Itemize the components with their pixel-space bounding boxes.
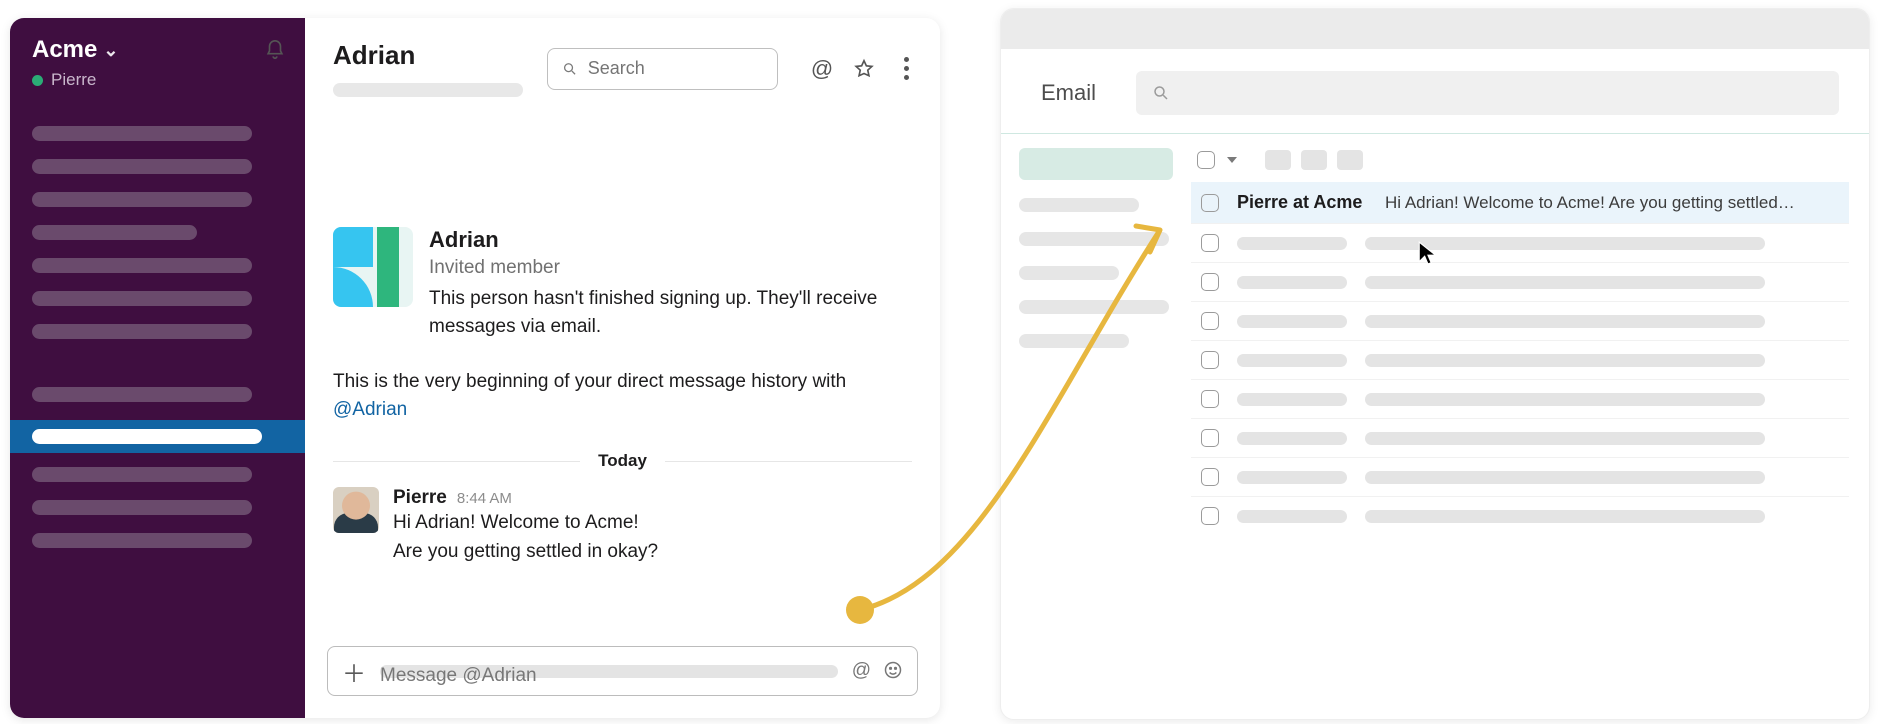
- star-icon[interactable]: [852, 57, 876, 81]
- workspace-switcher[interactable]: Acme ⌄: [32, 36, 118, 64]
- row-checkbox[interactable]: [1201, 351, 1219, 369]
- workspace-name: Acme: [32, 36, 97, 64]
- dm-beginning: This is the very beginning of your direc…: [333, 368, 912, 423]
- profile-subtitle: Invited member: [429, 257, 909, 279]
- email-window: Email: [1000, 8, 1870, 720]
- row-checkbox[interactable]: [1201, 194, 1219, 212]
- presence-dot-icon: [32, 75, 43, 86]
- sidebar-item[interactable]: [32, 126, 252, 141]
- dm-profile: Adrian Invited member This person hasn't…: [333, 227, 912, 340]
- message-composer[interactable]: ＋ Message @Adrian @: [327, 646, 918, 696]
- email-search[interactable]: [1136, 71, 1839, 115]
- slack-main: Adrian @: [305, 18, 940, 718]
- email-row[interactable]: [1191, 496, 1849, 535]
- sidebar-item[interactable]: [32, 225, 197, 240]
- row-checkbox[interactable]: [1201, 312, 1219, 330]
- row-checkbox[interactable]: [1201, 390, 1219, 408]
- slack-window: Acme ⌄ Pierre: [10, 18, 940, 718]
- date-divider: Today: [333, 451, 912, 471]
- email-folder[interactable]: [1019, 198, 1139, 212]
- email-titlebar: [1001, 9, 1869, 49]
- email-folder[interactable]: [1019, 334, 1129, 348]
- bell-icon[interactable]: [263, 38, 287, 62]
- sidebar-item[interactable]: [32, 159, 252, 174]
- avatar: [333, 227, 413, 307]
- beginning-text: This is the very beginning of your direc…: [333, 371, 846, 392]
- row-checkbox[interactable]: [1201, 507, 1219, 525]
- row-checkbox[interactable]: [1201, 468, 1219, 486]
- sidebar-item[interactable]: [32, 533, 252, 548]
- mention-link[interactable]: @Adrian: [333, 399, 407, 420]
- email-row[interactable]: [1191, 379, 1849, 418]
- email-row[interactable]: Pierre at Acme Hi Adrian! Welcome to Acm…: [1191, 182, 1849, 223]
- sidebar-item[interactable]: [32, 467, 252, 482]
- divider-label: Today: [580, 451, 665, 471]
- cursor-icon: [1416, 240, 1442, 271]
- email-sidebar: [1001, 134, 1191, 535]
- row-checkbox[interactable]: [1201, 273, 1219, 291]
- composer-placeholder: Message @Adrian: [380, 665, 838, 678]
- email-folder-active[interactable]: [1019, 148, 1173, 180]
- sidebar-item[interactable]: [32, 324, 252, 339]
- search-icon: [1152, 84, 1170, 102]
- select-all-checkbox[interactable]: [1197, 151, 1215, 169]
- email-row[interactable]: [1191, 262, 1849, 301]
- current-user-name: Pierre: [51, 70, 96, 90]
- profile-description: This person hasn't finished signing up. …: [429, 285, 909, 340]
- toolbar-button[interactable]: [1301, 150, 1327, 170]
- chevron-down-icon: ⌄: [103, 40, 118, 61]
- email-toolbar: [1191, 144, 1849, 182]
- email-app-title: Email: [1041, 80, 1096, 106]
- channel-subtitle-placeholder: [333, 83, 523, 97]
- message-time: 8:44 AM: [457, 490, 512, 507]
- sidebar-item[interactable]: [32, 291, 252, 306]
- sidebar-item[interactable]: [32, 192, 252, 207]
- channel-title[interactable]: Adrian: [333, 40, 533, 71]
- sidebar-item[interactable]: [32, 258, 252, 273]
- search-icon: [562, 60, 578, 78]
- mention-icon[interactable]: @: [852, 660, 871, 682]
- profile-name[interactable]: Adrian: [429, 227, 909, 253]
- message-text: Hi Adrian! Welcome to Acme! Are you gett…: [393, 509, 658, 566]
- email-row[interactable]: [1191, 223, 1849, 262]
- toolbar-button[interactable]: [1337, 150, 1363, 170]
- avatar[interactable]: [333, 487, 379, 533]
- message-author[interactable]: Pierre: [393, 487, 447, 509]
- slack-sidebar: Acme ⌄ Pierre: [10, 18, 305, 718]
- email-list: Pierre at Acme Hi Adrian! Welcome to Acm…: [1191, 134, 1869, 535]
- email-sender: Pierre at Acme: [1237, 192, 1367, 213]
- email-folder[interactable]: [1019, 232, 1169, 246]
- mentions-icon[interactable]: @: [810, 57, 834, 81]
- sidebar-item[interactable]: [32, 500, 252, 515]
- row-checkbox[interactable]: [1201, 234, 1219, 252]
- email-row[interactable]: [1191, 301, 1849, 340]
- email-row[interactable]: [1191, 340, 1849, 379]
- more-icon[interactable]: [894, 57, 918, 81]
- email-row[interactable]: [1191, 457, 1849, 496]
- sidebar-item[interactable]: [32, 387, 252, 402]
- channel-header: Adrian @: [305, 18, 940, 107]
- email-folder[interactable]: [1019, 300, 1169, 314]
- search-input[interactable]: [588, 58, 763, 79]
- sidebar-item-active[interactable]: [10, 420, 305, 453]
- search-box[interactable]: [547, 48, 778, 90]
- email-row[interactable]: [1191, 418, 1849, 457]
- sidebar-items: [32, 126, 287, 548]
- plus-icon[interactable]: ＋: [342, 654, 366, 689]
- user-presence[interactable]: Pierre: [32, 70, 287, 90]
- row-checkbox[interactable]: [1201, 429, 1219, 447]
- email-folder[interactable]: [1019, 266, 1119, 280]
- search: [547, 48, 778, 90]
- message: Pierre 8:44 AM Hi Adrian! Welcome to Acm…: [333, 487, 912, 566]
- emoji-icon[interactable]: [883, 660, 903, 680]
- email-preview: Hi Adrian! Welcome to Acme! Are you gett…: [1385, 193, 1795, 213]
- caret-down-icon[interactable]: [1227, 157, 1237, 163]
- toolbar-button[interactable]: [1265, 150, 1291, 170]
